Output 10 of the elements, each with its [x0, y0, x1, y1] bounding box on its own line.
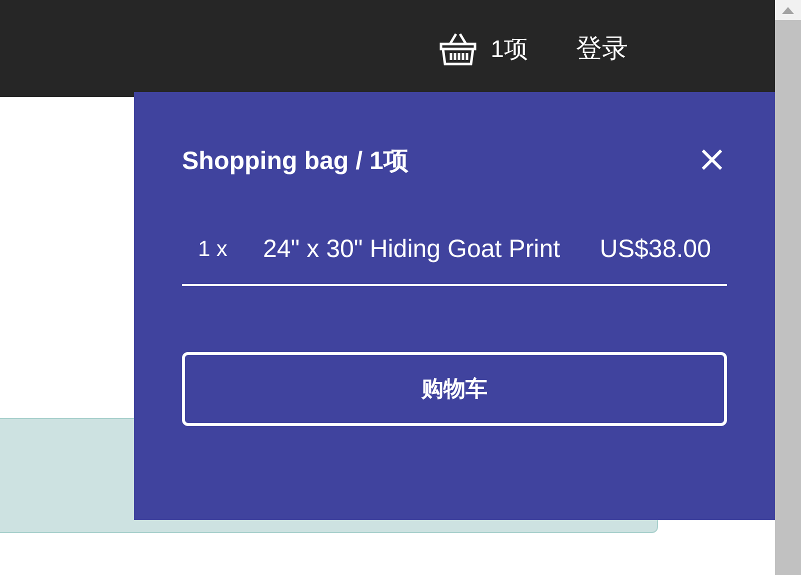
cart-link[interactable]: 1项	[438, 30, 528, 68]
close-button[interactable]: ×	[696, 142, 727, 178]
panel-title: Shopping bag / 1项	[182, 146, 408, 176]
item-name: 24" x 30" Hiding Goat Print	[263, 234, 562, 265]
cart-button[interactable]: 购物车	[182, 352, 727, 426]
login-link[interactable]: 登录	[576, 31, 628, 66]
item-price: US$38.00	[600, 234, 711, 264]
scrollbar[interactable]	[775, 0, 801, 575]
scroll-up-icon[interactable]	[782, 6, 794, 14]
item-quantity: 1 x	[198, 236, 228, 262]
